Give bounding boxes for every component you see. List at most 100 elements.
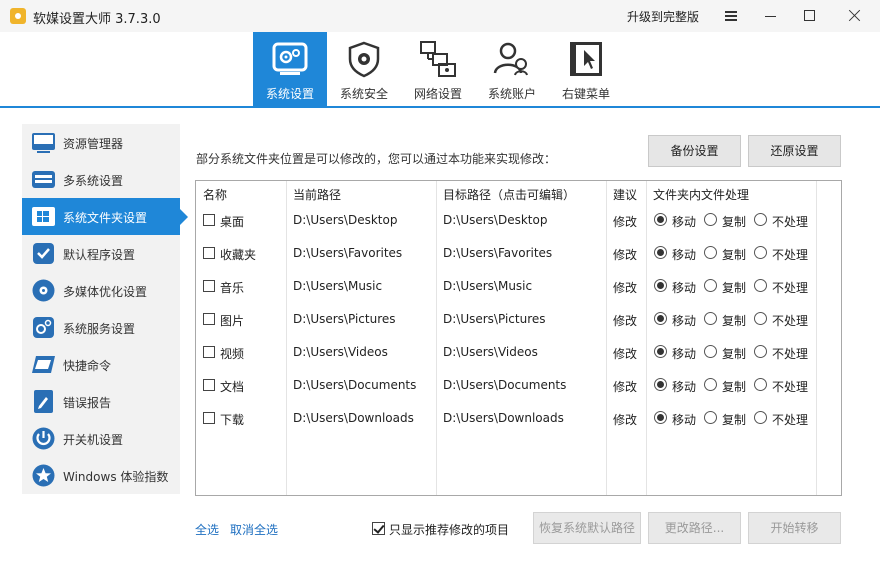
row-checkbox[interactable] <box>203 379 215 391</box>
close-icon[interactable] <box>830 0 880 32</box>
file-option-label: 移动 <box>672 248 697 262</box>
row-checkbox[interactable] <box>203 346 215 358</box>
sidebar-item-label: 快捷命令 <box>63 359 112 373</box>
window-title: 软媒设置大师 3.7.3.0 <box>33 12 161 27</box>
file-option-radio[interactable] <box>754 312 767 325</box>
row-target-path[interactable]: D:\Users\Favorites <box>443 246 552 260</box>
restore-default-path-button[interactable]: 恢复系统默认路径 <box>533 512 641 544</box>
file-option-radio[interactable] <box>704 411 717 424</box>
table-row: 音乐 D:\Users\Music D:\Users\Music 修改 移动 复制 不处理 <box>196 271 841 304</box>
file-option-label: 复制 <box>722 281 747 295</box>
header-suggestion: 建议 <box>613 188 638 202</box>
sidebar-item-default-program[interactable]: 默认程序设置 <box>22 235 180 272</box>
power-icon <box>32 427 55 450</box>
file-option-label: 复制 <box>722 215 747 229</box>
row-checkbox[interactable] <box>203 247 215 259</box>
row-checkbox[interactable] <box>203 412 215 424</box>
change-path-button[interactable]: 更改路径... <box>648 512 741 544</box>
sidebar-item-label: 默认程序设置 <box>63 248 136 262</box>
row-target-path[interactable]: D:\Users\Videos <box>443 345 538 359</box>
sidebar-item-label: 系统文件夹设置 <box>63 211 148 225</box>
file-option-radio[interactable] <box>704 246 717 259</box>
sidebar-item-experience-index[interactable]: Windows 体验指数 <box>22 457 180 494</box>
row-target-path[interactable]: D:\Users\Music <box>443 279 532 293</box>
sidebar-item-label: 多媒体优化设置 <box>63 285 148 299</box>
file-option-label: 移动 <box>672 380 697 394</box>
backup-settings-button[interactable]: 备份设置 <box>648 135 741 167</box>
upgrade-link[interactable]: 升级到完整版 <box>627 8 699 25</box>
sidebar: 资源管理器 多系统设置 系统文件夹设置 默认程序设置 多媒体优化设置 系统服务设… <box>22 124 188 494</box>
file-option-radio[interactable] <box>654 279 667 292</box>
header-target-path: 目标路径（点击可编辑） <box>443 188 576 202</box>
maximize-icon[interactable] <box>790 0 830 32</box>
file-option-radio[interactable] <box>704 279 717 292</box>
file-option-radio[interactable] <box>754 246 767 259</box>
sidebar-item-multimedia[interactable]: 多媒体优化设置 <box>22 272 180 309</box>
tab-system-accounts[interactable]: 系统账户 <box>475 32 549 106</box>
only-recommended-label: 只显示推荐修改的项目 <box>389 523 510 537</box>
row-checkbox[interactable] <box>203 313 215 325</box>
file-option-radio[interactable] <box>654 312 667 325</box>
file-option-radio[interactable] <box>704 312 717 325</box>
minimize-icon[interactable] <box>750 0 790 32</box>
file-option-label: 不处理 <box>772 314 809 328</box>
multimedia-icon <box>32 279 55 302</box>
row-target-path[interactable]: D:\Users\Pictures <box>443 312 546 326</box>
gear-panel-icon <box>272 42 308 75</box>
file-option-radio[interactable] <box>754 378 767 391</box>
file-option-radio[interactable] <box>754 279 767 292</box>
file-option-radio[interactable] <box>754 213 767 226</box>
sidebar-item-label: Windows 体验指数 <box>63 470 169 484</box>
row-target-path[interactable]: D:\Users\Documents <box>443 378 566 392</box>
file-option-radio[interactable] <box>754 411 767 424</box>
row-target-path[interactable]: D:\Users\Desktop <box>443 213 547 227</box>
file-option-radio[interactable] <box>654 246 667 259</box>
tab-network-settings[interactable]: 网络设置 <box>401 32 475 106</box>
tab-system-settings[interactable]: 系统设置 <box>253 32 327 106</box>
sidebar-item-power[interactable]: 开关机设置 <box>22 420 180 457</box>
row-suggestion: 修改 <box>613 413 638 427</box>
sidebar-item-error-report[interactable]: 错误报告 <box>22 383 180 420</box>
shortcut-icon <box>32 356 55 373</box>
restore-settings-button[interactable]: 还原设置 <box>748 135 841 167</box>
sidebar-item-shortcut[interactable]: 快捷命令 <box>22 346 180 383</box>
file-option-radio[interactable] <box>754 345 767 358</box>
file-option-label: 复制 <box>722 314 747 328</box>
sidebar-item-label: 错误报告 <box>63 396 112 410</box>
multi-system-icon <box>32 171 55 188</box>
file-option-label: 不处理 <box>772 215 809 229</box>
only-recommended-checkbox[interactable] <box>372 522 385 535</box>
file-option-radio[interactable] <box>654 378 667 391</box>
sidebar-item-label: 系统服务设置 <box>63 322 136 336</box>
file-option-radio[interactable] <box>704 213 717 226</box>
tab-context-menu[interactable]: 右键菜单 <box>549 32 623 106</box>
tab-label: 系统设置 <box>265 87 314 101</box>
sidebar-item-service[interactable]: 系统服务设置 <box>22 309 180 346</box>
table-row: 桌面 D:\Users\Desktop D:\Users\Desktop 修改 移动 复制… <box>196 205 841 238</box>
row-checkbox[interactable] <box>203 214 215 226</box>
error-report-icon <box>34 390 53 413</box>
row-name: 文档 <box>220 380 245 394</box>
deselect-all-link[interactable]: 取消全选 <box>230 521 278 538</box>
sidebar-item-system-folder[interactable]: 系统文件夹设置 <box>22 198 188 235</box>
file-option-radio[interactable] <box>654 411 667 424</box>
network-icon <box>420 41 456 77</box>
select-all-link[interactable]: 全选 <box>195 521 219 538</box>
file-option-radio[interactable] <box>704 378 717 391</box>
sidebar-item-multi-system[interactable]: 多系统设置 <box>22 161 180 198</box>
file-option-label: 不处理 <box>772 281 809 295</box>
sidebar-item-explorer[interactable]: 资源管理器 <box>22 124 180 161</box>
system-folder-icon <box>32 207 55 226</box>
file-option-label: 不处理 <box>772 413 809 427</box>
row-suggestion: 修改 <box>613 347 638 361</box>
file-option-radio[interactable] <box>654 213 667 226</box>
menu-icon[interactable] <box>710 0 750 32</box>
tab-system-security[interactable]: 系统安全 <box>327 32 401 106</box>
row-target-path[interactable]: D:\Users\Downloads <box>443 411 564 425</box>
row-name: 音乐 <box>220 281 245 295</box>
row-name: 收藏夹 <box>220 248 257 262</box>
file-option-radio[interactable] <box>654 345 667 358</box>
row-checkbox[interactable] <box>203 280 215 292</box>
file-option-radio[interactable] <box>704 345 717 358</box>
start-transfer-button[interactable]: 开始转移 <box>748 512 841 544</box>
